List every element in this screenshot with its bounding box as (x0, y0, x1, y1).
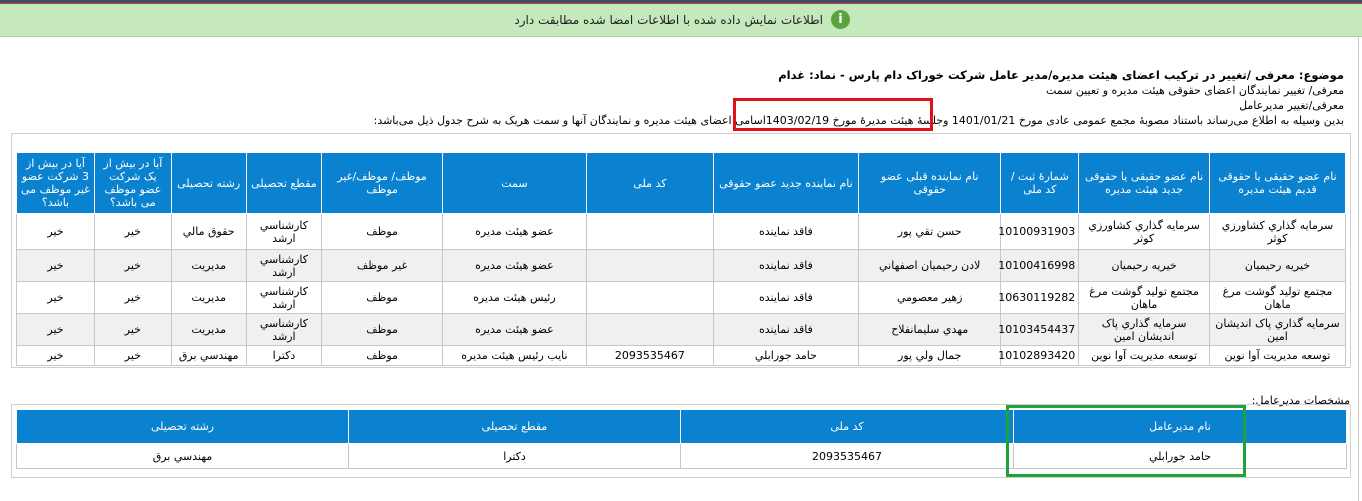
cell-duty: موظف (321, 313, 443, 346)
cell-old-member: توسعه مديريت آوا نوين (1209, 345, 1346, 366)
info-icon: i (831, 10, 850, 29)
cell-field: حقوق مالي (170, 213, 247, 250)
cell-q1: خير (93, 345, 172, 366)
board-members-table: نام عضو حقیقی یا حقوقی قدیم هیئت مدیره ن… (16, 152, 1346, 366)
manager-national-id: 2093535467 (680, 443, 1014, 469)
manager-field: مهندسي برق (16, 443, 349, 469)
cell-q1: خير (93, 213, 172, 250)
cell-reg-no: 10103454437 (998, 313, 1080, 346)
cell-old-member: مجتمع توليد گوشت مرغ ماهان (1209, 281, 1346, 314)
cell-new-member: سرمايه گذاري كشاورزي كوثر (1078, 213, 1210, 250)
cell-old-member: خيريه رحيميان (1209, 249, 1346, 282)
col-national-id: کد ملی (586, 152, 714, 214)
cell-new-member: توسعه مديريت آوا نوين (1078, 345, 1210, 366)
manager-degree: دكترا (348, 443, 681, 469)
cell-duty: موظف (321, 213, 443, 250)
success-notice-bar: i اطلاعات نمایش داده شده با اطلاعات امضا… (0, 4, 1362, 37)
cell-duty: موظف (321, 281, 443, 314)
cell-degree: كارشناسي ارشد (245, 249, 323, 282)
cell-q1: خير (93, 281, 172, 314)
cell-field: مديريت (170, 313, 247, 346)
cell-position: عضو هيئت مديره (441, 249, 588, 282)
subject-title: موضوع: معرفی /تغییر در ترکیب اعضای هیئت … (778, 68, 1344, 82)
cell-prev-rep: زهير معصومي (858, 281, 1002, 314)
cell-prev-rep: جمال ولي پور (858, 345, 1002, 366)
subject-line-3-part-1: بدین وسیله به اطلاع می‌رساند باستناد مصو… (1018, 114, 1344, 127)
cell-degree: كارشناسي ارشد (245, 213, 323, 250)
cell-prev-rep: لادن رحيميان اصفهاني (858, 249, 1002, 282)
cell-new-rep: فاقد نماينده (712, 281, 860, 314)
cell-q2: خير (16, 281, 95, 314)
cell-degree: دكترا (245, 345, 323, 366)
table-row: مجتمع توليد گوشت مرغ ماهان مجتمع توليد گ… (16, 281, 1346, 314)
col-manager-field: رشته تحصیلی (16, 409, 349, 444)
cell-reg-no: 10100931903 (998, 213, 1080, 250)
cell-degree: كارشناسي ارشد (245, 281, 323, 314)
cell-position: رئيس هيئت مديره (441, 281, 588, 314)
subject-line-1: معرفی/ تغییر نمایندگان اعضای حقوقی هیئت … (1045, 84, 1344, 97)
cell-reg-no: 10102893420 (998, 345, 1080, 366)
cell-prev-rep: حسن تقي پور (858, 213, 1002, 250)
cell-new-rep: فاقد نماينده (712, 249, 860, 282)
cell-duty: موظف (321, 345, 443, 366)
cell-new-rep: فاقد نماينده (712, 213, 860, 250)
cell-reg-no: 10100416998 (998, 249, 1080, 282)
cell-duty: غير موظف (321, 249, 443, 282)
board-table-header-row: نام عضو حقیقی یا حقوقی قدیم هیئت مدیره ن… (16, 152, 1346, 214)
page-edge-line (1358, 36, 1359, 501)
cell-new-member: سرمايه گذاري پاک انديشان امين (1078, 313, 1210, 346)
col-new-rep: نام نماینده جدید عضو حقوقی (712, 152, 860, 214)
col-prev-rep: نام نماینده قبلی عضو حقوقی (858, 152, 1002, 214)
col-manager-national-id: کد ملی (680, 409, 1014, 444)
cell-q1: خير (93, 313, 172, 346)
cell-new-rep: حامد جورابلي (712, 345, 860, 366)
col-degree: مقطع تحصیلی (245, 152, 323, 214)
table-row: توسعه مديريت آوا نوين توسعه مديريت آوا ن… (16, 345, 1346, 366)
cell-new-member: مجتمع توليد گوشت مرغ ماهان (1078, 281, 1210, 314)
col-duty: موظف/ موظف/غیر موظف (321, 152, 443, 214)
cell-degree: كارشناسي ارشد (245, 313, 323, 346)
cell-field: مهندسي برق (170, 345, 247, 366)
cell-position: نايب رئيس هيئت مديره (441, 345, 588, 366)
cell-national-id (586, 281, 714, 314)
manager-name-highlight-box (1006, 405, 1246, 477)
cell-prev-rep: مهدي سليمانفلاح (858, 313, 1002, 346)
col-q2: آیا در بیش از 3 شرکت عضو غیر موظف می باش… (16, 152, 95, 214)
cell-old-member: سرمایه گذاري کشاورزي کوثر (1209, 213, 1346, 250)
cell-position: عضو هيئت مديره (441, 213, 588, 250)
cell-old-member: سرمايه گذاري پاک انديشان امين (1209, 313, 1346, 346)
notice-text: اطلاعات نمایش داده شده با اطلاعات امضا ش… (514, 12, 823, 27)
col-q1: آیا در بیش از یک شرکت عضو موظف می باشد؟ (93, 152, 172, 214)
cell-national-id: 2093535467 (586, 345, 714, 366)
table-row: خيريه رحيميان خيريه رحيميان 10100416998 … (16, 249, 1346, 282)
cell-field: مديريت (170, 249, 247, 282)
table-row: سرمایه گذاري کشاورزي کوثر سرمايه گذاري ك… (16, 213, 1346, 250)
agm-date: 1401/01/21 (951, 114, 1016, 127)
col-new-member: نام عضو حقیقی یا حقوقی جدید هیئت مدیره (1078, 152, 1210, 214)
cell-q2: خير (16, 213, 95, 250)
cell-q1: خير (93, 249, 172, 282)
cell-national-id (586, 213, 714, 250)
table-row: سرمايه گذاري پاک انديشان امين سرمايه گذا… (16, 313, 1346, 346)
cell-reg-no: 10630119282 (998, 281, 1080, 314)
col-manager-degree: مقطع تحصیلی (348, 409, 681, 444)
cell-new-member: خيريه رحيميان (1078, 249, 1210, 282)
col-position: سمت (441, 152, 588, 214)
col-field: رشته تحصیلی (170, 152, 247, 214)
notice-content: i اطلاعات نمایش داده شده با اطلاعات امضا… (514, 10, 850, 29)
subject-line-3-part-3: اسامی اعضای هیئت مدیره و نمایندگان آنها … (373, 114, 766, 127)
cell-field: مديريت (170, 281, 247, 314)
col-old-member: نام عضو حقیقی یا حقوقی قدیم هیئت مدیره (1209, 152, 1346, 214)
cell-q2: خير (16, 249, 95, 282)
cell-new-rep: فاقد نماينده (712, 313, 860, 346)
cell-q2: خير (16, 313, 95, 346)
cell-national-id (586, 249, 714, 282)
cell-national-id (586, 313, 714, 346)
cell-position: عضو هيئت مديره (441, 313, 588, 346)
cell-q2: خير (16, 345, 95, 366)
col-reg-no: شمارهٔ ثبت / کد ملی (1000, 152, 1080, 214)
date-highlight-box (733, 98, 933, 131)
